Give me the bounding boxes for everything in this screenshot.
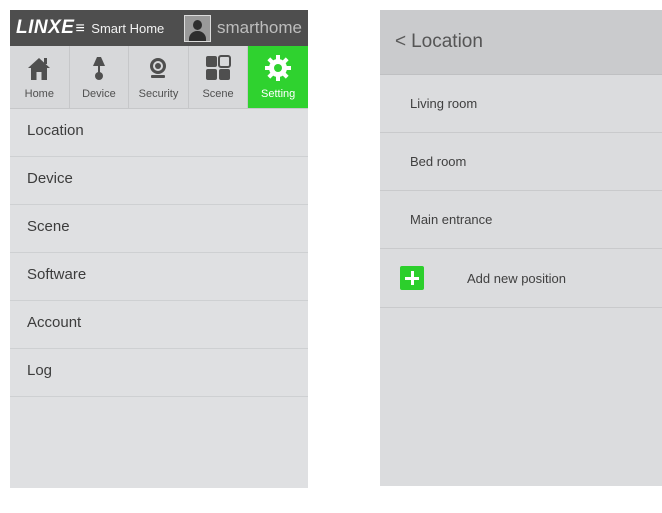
menu-item-account[interactable]: Account — [10, 301, 308, 349]
nav-item-scene[interactable]: Scene — [189, 46, 249, 108]
location-item-bed-room[interactable]: Bed room — [380, 133, 662, 191]
nav-item-device[interactable]: Device — [70, 46, 130, 108]
nav-label-home: Home — [24, 88, 54, 100]
settings-menu: Location Device Scene Software Account L… — [10, 109, 308, 397]
menu-item-location[interactable]: Location — [10, 109, 308, 157]
location-item-label: Main entrance — [410, 212, 493, 227]
brand-logo: LINXE≡ — [10, 17, 85, 39]
location-screen: < Location Living room Bed room Main ent… — [380, 10, 662, 486]
menu-item-scene[interactable]: Scene — [10, 205, 308, 253]
page-title: Location — [411, 31, 483, 52]
menu-item-label: Device — [27, 170, 73, 187]
menu-item-label: Account — [27, 314, 82, 331]
add-position-button[interactable]: Add new position — [380, 249, 662, 308]
brand-logo-bars: ≡ — [75, 20, 86, 37]
menu-item-label: Log — [27, 362, 53, 379]
camera-icon — [150, 58, 167, 78]
location-item-main-entrance[interactable]: Main entrance — [380, 191, 662, 249]
grid-icon — [206, 55, 232, 80]
nav-label-setting: Setting — [261, 88, 296, 100]
location-header: < Location — [380, 10, 662, 75]
username: smarthome — [216, 18, 302, 37]
gear-icon — [265, 55, 292, 81]
menu-item-label: Location — [27, 122, 84, 139]
location-item-label: Bed room — [410, 154, 467, 169]
menu-item-device[interactable]: Device — [10, 157, 308, 205]
nav-item-home[interactable]: Home — [10, 46, 70, 108]
location-item-living-room[interactable]: Living room — [380, 75, 662, 133]
avatar[interactable] — [183, 14, 211, 42]
menu-item-label: Scene — [27, 218, 70, 235]
nav-label-device: Device — [82, 88, 116, 100]
main-nav: Home Device Security Scene Setting — [10, 46, 308, 109]
add-position-label: Add new position — [467, 270, 567, 286]
home-icon — [28, 58, 51, 80]
back-button[interactable]: < — [395, 31, 406, 53]
app-subtitle: Smart Home — [91, 20, 165, 36]
brand-logo-text: LINXE — [16, 17, 75, 38]
nav-label-security: Security — [138, 88, 179, 100]
menu-item-software[interactable]: Software — [10, 253, 308, 301]
menu-item-label: Software — [27, 266, 87, 283]
settings-screen: LINXE≡ Smart Home smarthome Home Device … — [10, 10, 308, 488]
lamp-icon — [92, 57, 105, 80]
nav-label-scene: Scene — [202, 88, 234, 100]
top-bar: LINXE≡ Smart Home smarthome — [10, 10, 308, 46]
nav-item-security[interactable]: Security — [129, 46, 189, 108]
user-account[interactable]: smarthome — [183, 14, 308, 42]
plus-icon[interactable] — [400, 266, 424, 290]
location-item-label: Living room — [410, 96, 478, 111]
menu-item-log[interactable]: Log — [10, 349, 308, 397]
nav-item-setting[interactable]: Setting — [248, 46, 308, 108]
